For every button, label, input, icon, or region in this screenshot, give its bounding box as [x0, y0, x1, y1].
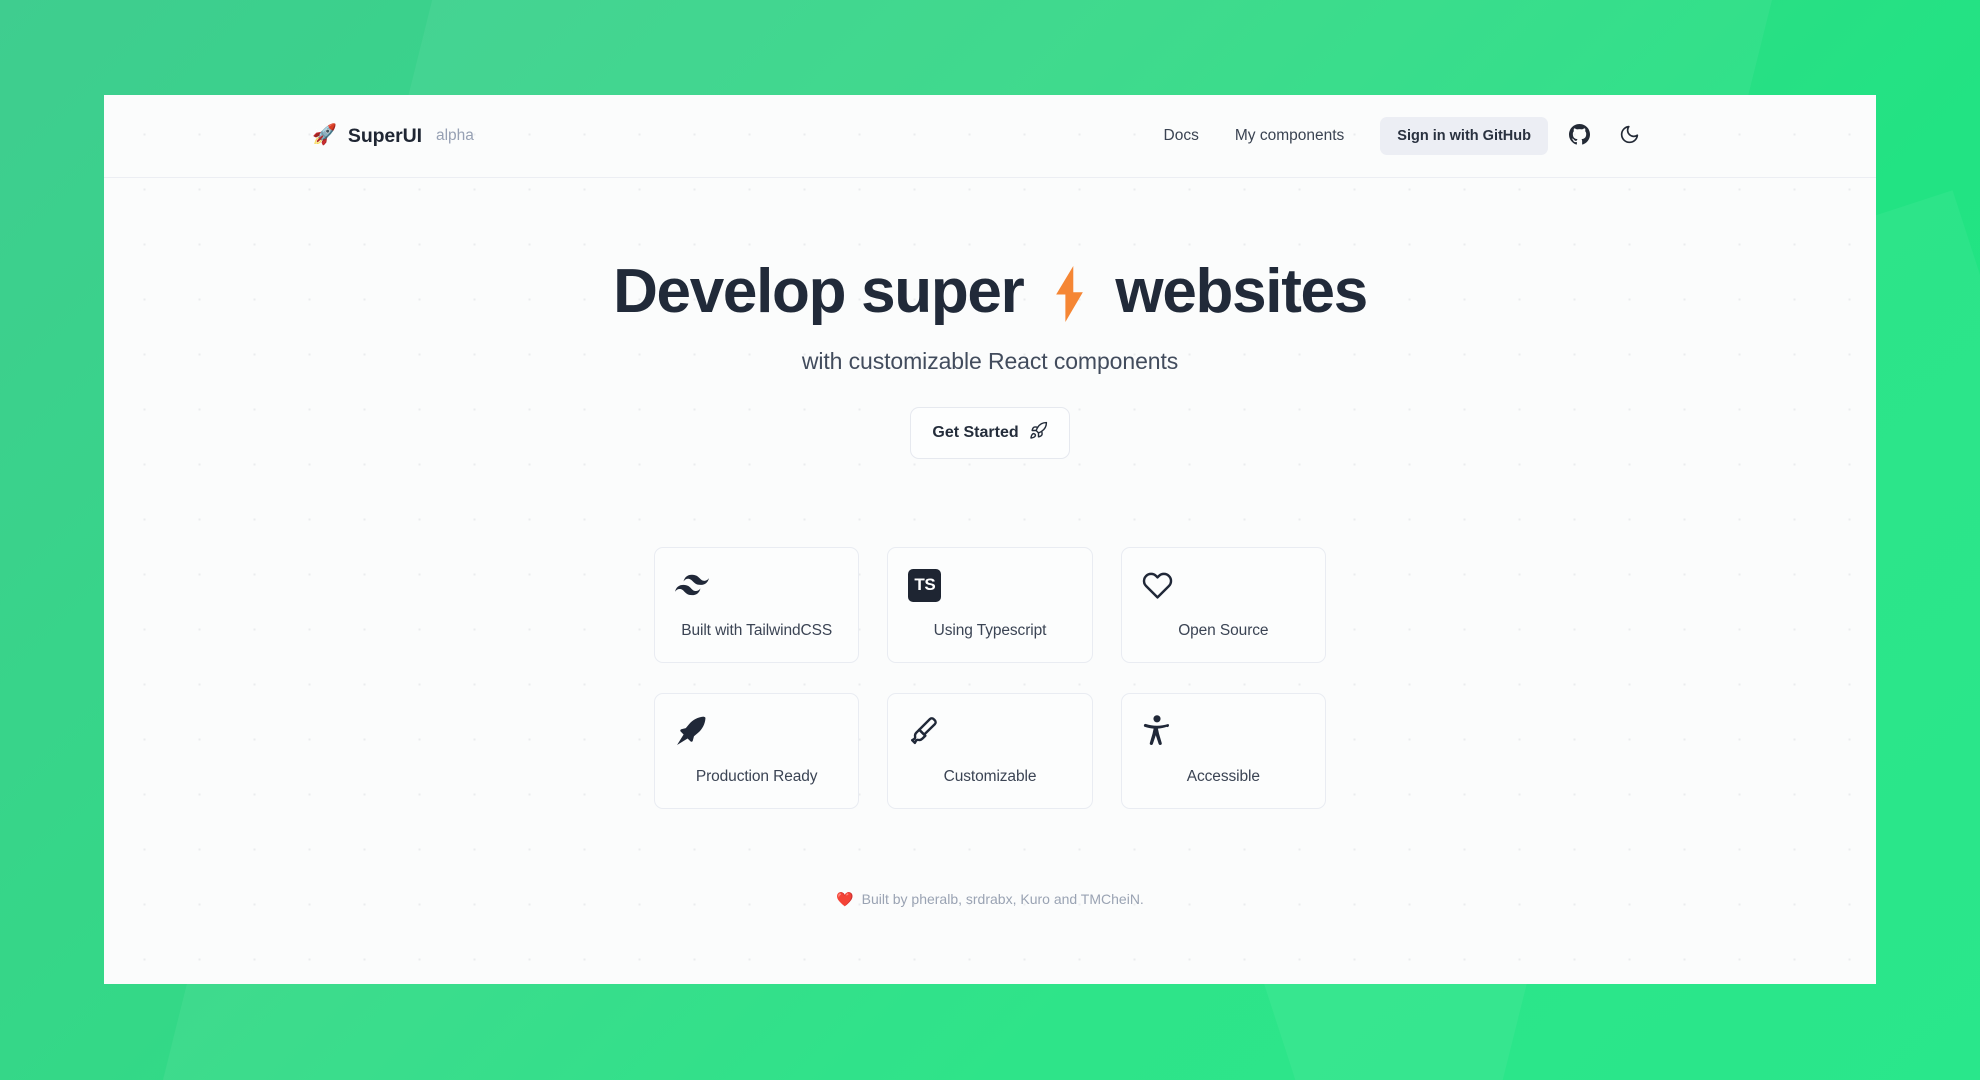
page-backdrop: 🚀 SuperUI alpha Docs My components Sign …: [0, 0, 1980, 1080]
tailwind-icon: [675, 568, 838, 602]
rocket-filled-icon: [675, 714, 838, 748]
accessibility-icon: [1142, 714, 1305, 748]
feature-label: Accessible: [1186, 768, 1260, 786]
github-icon: [1568, 124, 1590, 148]
typescript-badge-label: TS: [908, 568, 942, 602]
get-started-button[interactable]: Get Started: [910, 407, 1070, 460]
nav-link-docs[interactable]: Docs: [1146, 119, 1217, 153]
page-title: Develop super websites: [104, 257, 1876, 326]
paintbrush-icon: [908, 714, 1071, 748]
feature-card-production-ready[interactable]: Production Ready: [654, 693, 860, 810]
feature-label: Production Ready: [695, 768, 818, 786]
feature-card-tailwind[interactable]: Built with TailwindCSS: [654, 547, 860, 664]
feature-label: Using Typescript: [933, 622, 1047, 640]
feature-card-grid: Built with TailwindCSS TS Using Typescri…: [654, 547, 1326, 810]
hero-title-part-one: Develop super: [613, 257, 1025, 326]
github-link-button[interactable]: [1560, 117, 1598, 155]
site-panel: 🚀 SuperUI alpha Docs My components Sign …: [104, 95, 1876, 984]
site-header: 🚀 SuperUI alpha Docs My components Sign …: [104, 95, 1876, 178]
nav-link-my-components[interactable]: My components: [1217, 119, 1362, 153]
sign-in-with-github-button[interactable]: Sign in with GitHub: [1380, 117, 1548, 155]
feature-label: Customizable: [943, 768, 1037, 786]
hero-title-part-two: websites: [1115, 257, 1368, 326]
feature-card-customizable[interactable]: Customizable: [887, 693, 1093, 810]
hero-section: Develop super websites with customizable…: [104, 178, 1876, 907]
rocket-emoji-icon: 🚀: [312, 124, 337, 146]
main-navigation: Docs My components Sign in with GitHub: [1146, 117, 1648, 155]
heart-outline-icon: [1142, 568, 1305, 602]
feature-card-typescript[interactable]: TS Using Typescript: [887, 547, 1093, 664]
site-footer: ❤️ Built by pheralb, srdrabx, Kuro and T…: [104, 891, 1876, 907]
typescript-icon: TS: [908, 568, 1071, 602]
brand-name: SuperUI: [347, 124, 422, 147]
brand-version-tag: alpha: [435, 127, 474, 144]
feature-card-open-source[interactable]: Open Source: [1120, 547, 1326, 664]
hero-subtitle: with customizable React components: [801, 348, 1179, 375]
lightning-bolt-icon: [1049, 266, 1089, 323]
feature-label: Built with TailwindCSS: [681, 622, 833, 640]
heart-emoji-icon: ❤️: [836, 891, 854, 908]
get-started-label: Get Started: [932, 424, 1019, 442]
theme-toggle-button[interactable]: [1610, 117, 1648, 155]
feature-label: Open Source: [1178, 622, 1269, 640]
footer-credits-text: Built by pheralb, srdrabx, Kuro and TMCh…: [861, 891, 1144, 908]
brand-logo[interactable]: 🚀 SuperUI alpha: [312, 125, 474, 148]
moon-icon: [1619, 124, 1640, 148]
rocket-outline-icon: [1029, 421, 1048, 445]
feature-card-accessible[interactable]: Accessible: [1120, 693, 1326, 810]
cta-container: Get Started: [104, 407, 1876, 460]
